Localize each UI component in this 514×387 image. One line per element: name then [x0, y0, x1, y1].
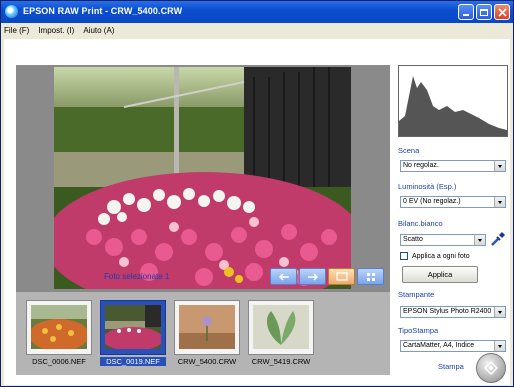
title-bar[interactable]: EPSON RAW Print - CRW_5400.CRW: [1, 1, 513, 23]
scene-label: Scena: [398, 146, 420, 155]
chevron-down-icon[interactable]: [474, 235, 485, 245]
print-label: Stampa: [438, 362, 464, 371]
white-balance-select[interactable]: Scatto: [400, 234, 486, 246]
selected-photos-text: Foto selezionate 1: [104, 272, 170, 281]
chevron-down-icon[interactable]: [494, 161, 505, 171]
app-window: EPSON RAW Print - CRW_5400.CRW File (F) …: [0, 0, 514, 387]
menu-file[interactable]: File (F): [4, 26, 29, 35]
thumbnail-caption: DSC_0019.NEF: [100, 357, 166, 366]
grid-view-button[interactable]: [357, 268, 384, 285]
menu-settings[interactable]: Impost. (I): [38, 26, 74, 35]
print-type-select[interactable]: CartaMatter, A4, Indice: [400, 340, 506, 352]
scene-select[interactable]: No regolaz.: [400, 160, 506, 172]
chevron-down-icon[interactable]: [494, 307, 505, 317]
menu-help[interactable]: Aiuto (A): [83, 26, 114, 35]
previous-button[interactable]: [270, 268, 297, 285]
apply-all-row[interactable]: Applica a ogni foto: [400, 252, 470, 260]
single-view-icon: [335, 272, 348, 281]
close-icon: [497, 7, 507, 17]
thumbnail-caption: CRW_5400.CRW: [177, 357, 237, 366]
client-area: Foto selezionate 1 DSC_0006.NEF DSC_0019…: [4, 39, 510, 385]
close-button[interactable]: [494, 4, 510, 20]
apply-all-checkbox[interactable]: [400, 252, 408, 260]
brightness-value: 0 EV (No regolaz.): [403, 198, 461, 205]
thumbnail-image: [179, 305, 235, 349]
eyedropper-icon[interactable]: [490, 231, 506, 247]
print-icon: [484, 361, 498, 375]
brightness-label: Luminosità (Esp.): [398, 182, 457, 191]
thumbnail-image: [31, 305, 87, 349]
printer-label: Stampante: [398, 290, 435, 299]
apply-all-label: Applica a ogni foto: [412, 252, 470, 260]
printer-value: EPSON Stylus Photo R2400: [403, 308, 492, 315]
thumbnail-item[interactable]: CRW_5419.CRW: [248, 300, 314, 368]
print-button[interactable]: [476, 353, 506, 383]
scene-value: No regolaz.: [403, 162, 439, 169]
thumbnail-strip: DSC_0006.NEF DSC_0019.NEF CRW_5400.CRW C…: [16, 291, 390, 375]
printer-select[interactable]: EPSON Stylus Photo R2400: [400, 306, 506, 318]
chevron-down-icon[interactable]: [494, 197, 505, 207]
apply-button[interactable]: Applica: [402, 266, 478, 283]
thumbnail-image: [253, 305, 309, 349]
settings-panel: Scena No regolaz. Luminosità (Esp.) 0 EV…: [398, 65, 508, 383]
next-button[interactable]: [299, 268, 326, 285]
brightness-select[interactable]: 0 EV (No regolaz.): [400, 196, 506, 208]
minimize-button[interactable]: [458, 4, 474, 20]
thumbnail-item[interactable]: DSC_0006.NEF: [26, 300, 92, 368]
print-type-label: TipoStampa: [398, 326, 439, 335]
thumbnail-item[interactable]: DSC_0019.NEF: [100, 300, 166, 368]
menu-bar: File (F) Impost. (I) Aiuto (A): [1, 23, 513, 37]
maximize-button[interactable]: [476, 4, 492, 20]
thumbnail-item[interactable]: CRW_5400.CRW: [174, 300, 240, 368]
app-icon: [5, 5, 18, 18]
thumbnail-caption: DSC_0006.NEF: [32, 357, 86, 366]
white-balance-value: Scatto: [403, 236, 423, 243]
grid-view-icon: [366, 272, 375, 281]
preview-area: [16, 65, 390, 293]
thumbnail-caption: CRW_5419.CRW: [251, 357, 311, 366]
thumbnail-image: [105, 305, 161, 349]
single-view-button[interactable]: [328, 268, 355, 285]
chevron-down-icon[interactable]: [494, 341, 505, 351]
histogram: [398, 65, 508, 137]
white-balance-label: Bilanc.bianco: [398, 219, 443, 228]
print-type-value: CartaMatter, A4, Indice: [403, 342, 475, 349]
arrow-right-icon: [307, 272, 318, 281]
window-title: EPSON RAW Print - CRW_5400.CRW: [23, 6, 183, 16]
arrow-left-icon: [278, 272, 289, 281]
preview-photo: [54, 67, 351, 289]
